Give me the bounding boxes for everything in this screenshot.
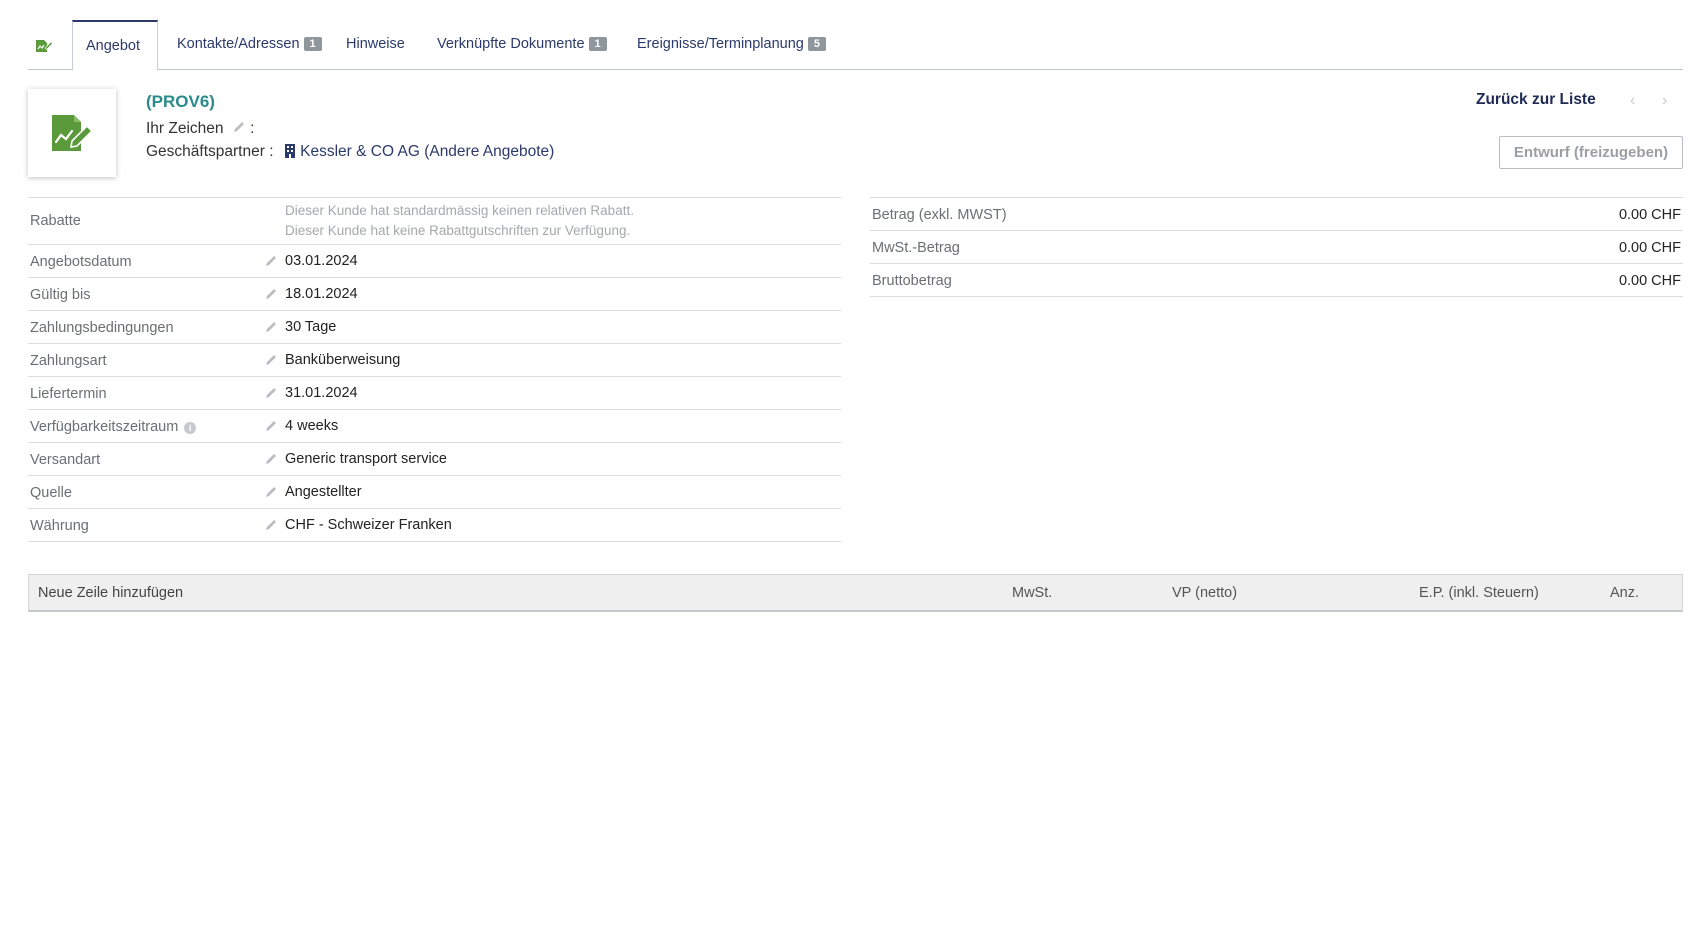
field-row: Verfügbarkeitszeitraum i 4 weeks (28, 410, 841, 443)
pencil-icon[interactable] (232, 120, 246, 134)
tab-badge: 1 (303, 37, 322, 51)
reference-line: Ihr Zeichen : (146, 120, 254, 138)
partner-name-link[interactable]: Kessler & CO AG (300, 143, 420, 160)
totals-value: 0.00 CHF (1618, 273, 1681, 289)
totals-table: Betrag (exkl. MWST) 0.00 CHF MwSt.-Betra… (870, 197, 1683, 297)
tab-label: Ereignisse/Terminplanung (637, 36, 804, 52)
rabatt-note: Dieser Kunde hat standardmässig keinen r… (285, 203, 634, 218)
document-code: (PROV6) (146, 92, 215, 111)
tab-label: Hinweise (346, 36, 405, 52)
column-header-net-price: VP (netto) (1172, 585, 1238, 601)
tab-label: Angebot (86, 38, 141, 54)
totals-value: 0.00 CHF (1618, 240, 1681, 256)
field-label: Zahlungsbedingungen (30, 320, 174, 336)
field-value: 18.01.2024 (285, 286, 358, 302)
field-row: Quelle Angestellter (28, 476, 841, 509)
status-draft-button[interactable]: Entwurf (freizugeben) (1499, 136, 1683, 169)
pencil-icon[interactable] (264, 485, 278, 499)
pencil-icon[interactable] (264, 254, 278, 268)
field-row: Zahlungsbedingungen 30 Tage (28, 311, 841, 344)
field-value: Banküberweisung (285, 352, 401, 368)
tab-badge: 5 (807, 37, 826, 51)
tab-ereignisse[interactable]: Ereignisse/Terminplanung 5 (637, 20, 826, 71)
reference-colon: : (250, 120, 255, 137)
building-icon (284, 144, 295, 158)
pencil-icon[interactable] (264, 452, 278, 466)
prev-record-icon[interactable]: ‹ (1630, 92, 1635, 110)
field-value: 30 Tage (285, 319, 337, 335)
field-value: 31.01.2024 (285, 385, 358, 401)
field-value: CHF - Schweizer Franken (285, 517, 452, 533)
pencil-icon[interactable] (264, 419, 278, 433)
field-label: Zahlungsart (30, 353, 107, 369)
tab-angebot[interactable]: Angebot (72, 20, 158, 71)
tab-hinweise[interactable]: Hinweise (346, 20, 405, 71)
totals-label: MwSt.-Betrag (872, 240, 960, 256)
totals-row: Betrag (exkl. MWST) 0.00 CHF (870, 198, 1683, 231)
partner-label: Geschäftspartner : (146, 143, 274, 160)
field-value: Generic transport service (285, 451, 447, 467)
totals-label: Bruttobetrag (872, 273, 952, 289)
tab-label: Kontakte/Adressen (177, 36, 300, 52)
field-label: Liefertermin (30, 386, 107, 402)
field-label: Quelle (30, 485, 72, 501)
proposal-fields: Rabatte Dieser Kunde hat standardmässig … (28, 197, 841, 542)
tab-bar: Angebot Kontakte/Adressen 1 Hinweise Verk… (28, 20, 1683, 71)
field-row: Angebotsdatum 03.01.2024 (28, 245, 841, 278)
field-label: Versandart (30, 452, 101, 468)
pencil-icon[interactable] (264, 353, 278, 367)
rabatt-note: Dieser Kunde hat keine Rabattgutschrifte… (285, 223, 631, 238)
back-to-list-link[interactable]: Zurück zur Liste (1476, 91, 1596, 109)
totals-label: Betrag (exkl. MWST) (872, 207, 1007, 223)
field-label-text: Verfügbarkeitszeitraum (30, 419, 179, 435)
field-label: Angebotsdatum (30, 254, 132, 270)
pencil-icon[interactable] (264, 287, 278, 301)
field-value: 03.01.2024 (285, 253, 358, 269)
field-value: 4 weeks (285, 418, 339, 434)
other-proposals-link[interactable]: (Andere Angebote) (424, 143, 554, 160)
field-label: Währung (30, 518, 89, 534)
field-value: Angestellter (285, 484, 362, 500)
tab-badge: 1 (588, 37, 607, 51)
field-row-rabatte: Rabatte Dieser Kunde hat standardmässig … (28, 198, 841, 245)
field-row: Währung CHF - Schweizer Franken (28, 509, 841, 542)
column-header-unit-price: E.P. (inkl. Steuern) (1419, 585, 1539, 601)
totals-row: MwSt.-Betrag 0.00 CHF (870, 231, 1683, 264)
field-row: Versandart Generic transport service (28, 443, 841, 476)
reference-label: Ihr Zeichen (146, 120, 224, 137)
pencil-icon[interactable] (264, 386, 278, 400)
field-label: Gültig bis (30, 287, 91, 303)
column-header-vat: MwSt. (1012, 585, 1053, 601)
partner-line: Geschäftspartner : Kessler & CO AG (Ande… (146, 143, 554, 161)
info-icon[interactable]: i (184, 422, 197, 434)
field-row: Zahlungsart Banküberweisung (28, 344, 841, 377)
pencil-icon[interactable] (264, 518, 278, 532)
tab-dokumente[interactable]: Verknüpfte Dokumente 1 (437, 20, 607, 71)
totals-value: 0.00 CHF (1618, 207, 1681, 223)
add-line-button[interactable]: Neue Zeile hinzufügen (38, 585, 183, 601)
field-label: Verfügbarkeitszeitraum i (30, 419, 197, 435)
tab-label: Verknüpfte Dokumente (437, 36, 585, 52)
column-header-quantity: Anz. (1610, 585, 1640, 601)
next-record-icon[interactable]: › (1662, 92, 1667, 110)
totals-row: Bruttobetrag 0.00 CHF (870, 264, 1683, 297)
field-row: Liefertermin 31.01.2024 (28, 377, 841, 410)
field-row: Gültig bis 18.01.2024 (28, 278, 841, 311)
pencil-icon[interactable] (264, 320, 278, 334)
field-label: Rabatte (30, 213, 81, 229)
proposal-edit-icon[interactable] (34, 37, 53, 55)
document-icon-box (28, 89, 116, 177)
tab-kontakte[interactable]: Kontakte/Adressen 1 (177, 20, 322, 71)
lines-header: Neue Zeile hinzufügen MwSt. VP (netto) E… (28, 574, 1683, 612)
proposal-document-icon (52, 115, 94, 151)
